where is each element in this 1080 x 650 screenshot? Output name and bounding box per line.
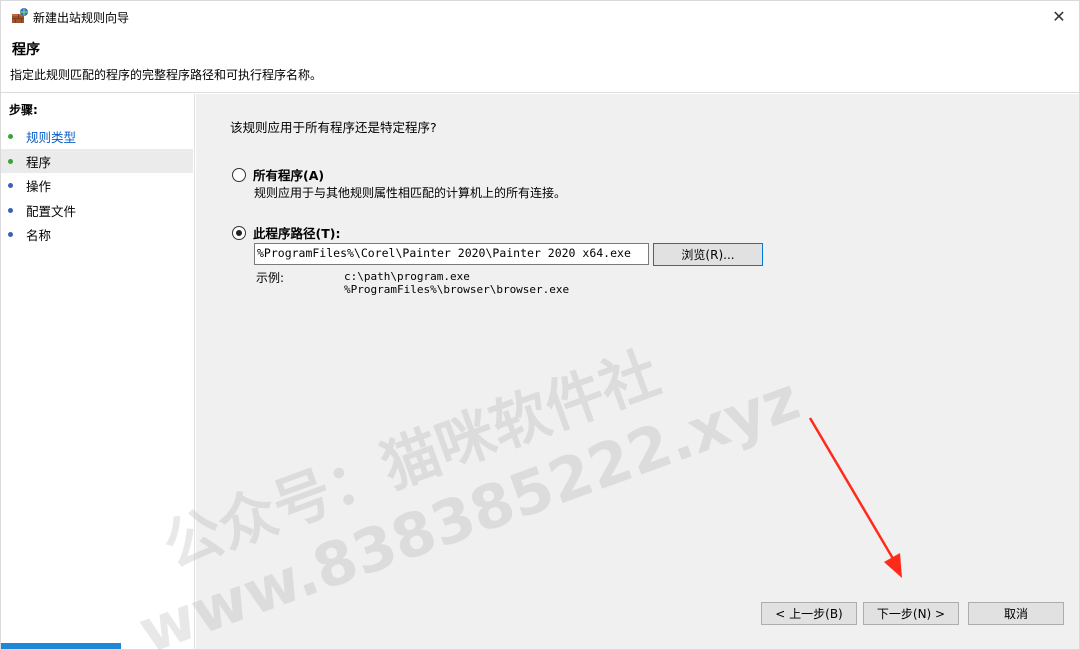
radio-all-programs-description: 规则应用于与其他规则属性相匹配的计算机上的所有连接。 bbox=[254, 186, 567, 200]
page-header: 程序 指定此规则匹配的程序的完整程序路径和可执行程序名称。 bbox=[1, 31, 1079, 93]
example-value: c:\path\program.exe bbox=[344, 270, 470, 283]
step-item-rule-type[interactable]: 规则类型 bbox=[1, 124, 193, 148]
close-button[interactable]: ✕ bbox=[1039, 1, 1079, 31]
step-label: 配置文件 bbox=[26, 203, 77, 219]
program-path-input[interactable]: %ProgramFiles%\Corel\Painter 2020\Painte… bbox=[254, 243, 649, 265]
step-item-name[interactable]: 名称 bbox=[1, 222, 193, 246]
radio-checked-icon[interactable] bbox=[232, 225, 246, 240]
step-label: 程序 bbox=[26, 154, 52, 170]
radio-unchecked-icon[interactable] bbox=[232, 167, 246, 182]
example-values: c:\path\program.exe %ProgramFiles%\brows… bbox=[344, 270, 569, 296]
firewall-app-icon bbox=[12, 8, 28, 23]
steps-heading: 步骤: bbox=[9, 103, 38, 117]
step-bullet-icon bbox=[8, 231, 13, 237]
scope-question: 该规则应用于所有程序还是特定程序? bbox=[230, 120, 437, 135]
close-icon: ✕ bbox=[1052, 6, 1066, 26]
page-title: 程序 bbox=[12, 42, 40, 58]
radio-this-program-path[interactable]: 此程序路径(T): bbox=[232, 223, 340, 242]
step-bullet-icon bbox=[8, 182, 13, 188]
page-description: 指定此规则匹配的程序的完整程序路径和可执行程序名称。 bbox=[10, 68, 323, 82]
steps-sidebar: 步骤: 规则类型 程序 操作 配置文件 名称 bbox=[1, 94, 195, 649]
next-button[interactable]: 下一步(N) > bbox=[863, 602, 959, 625]
taskbar-strip bbox=[1, 643, 121, 649]
radio-this-program-path-label: 此程序路径(T): bbox=[253, 226, 341, 241]
step-item-program[interactable]: 程序 bbox=[1, 149, 193, 173]
window-title: 新建出站规则向导 bbox=[33, 11, 130, 25]
main-panel: 该规则应用于所有程序还是特定程序? 所有程序(A) 规则应用于与其他规则属性相匹… bbox=[196, 94, 1079, 649]
wizard-window: 新建出站规则向导 ✕ 程序 指定此规则匹配的程序的完整程序路径和可执行程序名称。… bbox=[0, 0, 1080, 650]
step-label: 名称 bbox=[26, 227, 52, 243]
radio-all-programs-label: 所有程序(A) bbox=[253, 168, 325, 183]
example-label: 示例: bbox=[256, 271, 285, 285]
step-label: 规则类型 bbox=[26, 129, 77, 145]
step-bullet-icon bbox=[8, 158, 13, 164]
step-bullet-icon bbox=[8, 207, 13, 213]
back-button[interactable]: < 上一步(B) bbox=[761, 602, 857, 625]
step-label: 操作 bbox=[26, 178, 52, 194]
cancel-button[interactable]: 取消 bbox=[968, 602, 1064, 625]
browse-button[interactable]: 浏览(R)... bbox=[653, 243, 763, 266]
step-bullet-icon bbox=[8, 133, 13, 139]
example-value: %ProgramFiles%\browser\browser.exe bbox=[344, 283, 570, 296]
step-item-action[interactable]: 操作 bbox=[1, 173, 193, 197]
radio-all-programs[interactable]: 所有程序(A) bbox=[232, 165, 324, 184]
step-item-profile[interactable]: 配置文件 bbox=[1, 198, 193, 222]
title-bar: 新建出站规则向导 ✕ bbox=[1, 1, 1079, 31]
